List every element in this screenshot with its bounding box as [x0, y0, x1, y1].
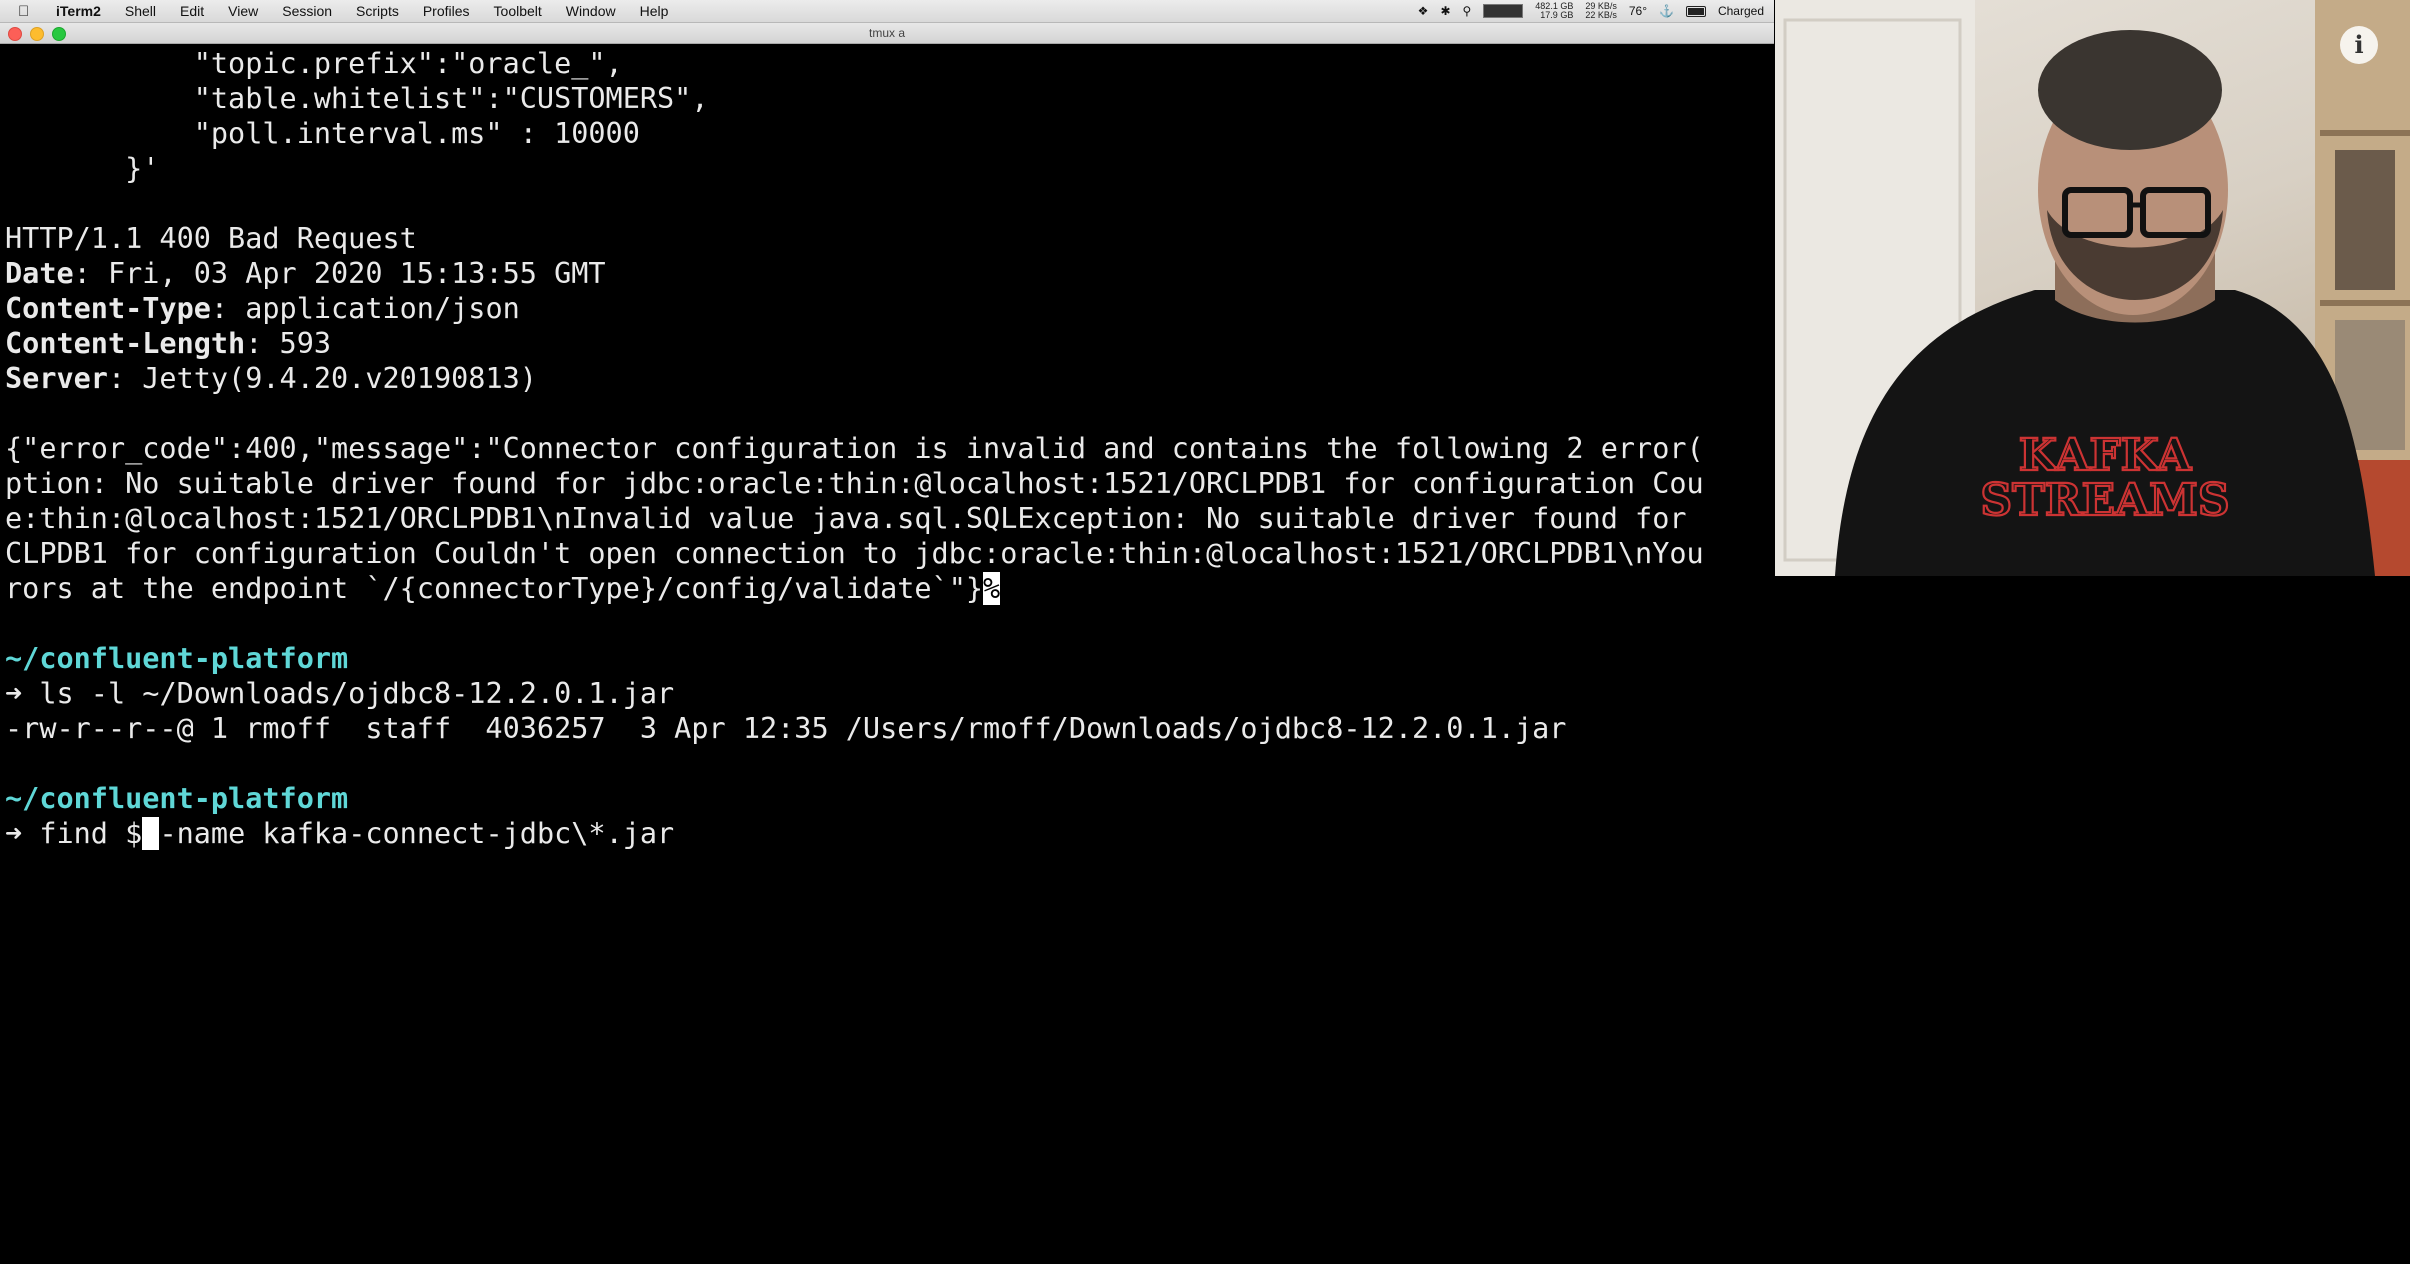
menu-help[interactable]: Help [640, 3, 669, 19]
menu-profiles[interactable]: Profiles [423, 3, 470, 19]
error-line: {"error_code":400,"message":"Connector c… [5, 432, 1704, 465]
macos-menu-bar:  iTerm2 Shell Edit View Session Scripts… [0, 0, 1774, 23]
window-controls [8, 27, 66, 41]
header-value: : Fri, 03 Apr 2020 15:13:55 GMT [73, 257, 606, 290]
shelf-plank [2320, 300, 2410, 306]
window-title: tmux a [868, 26, 905, 40]
http-header: Server: Jetty(9.4.20.v20190813) [5, 361, 537, 396]
temperature-readout[interactable]: 76° [1629, 4, 1647, 18]
json-line: "topic.prefix":"oracle_", [5, 47, 623, 80]
battery-icon [1685, 5, 1706, 17]
bluetooth-icon[interactable]: ✱ [1440, 4, 1450, 18]
command-line: ➜ ls -l ~/Downloads/ojdbc8-12.2.0.1.jar [5, 676, 674, 711]
webcam-scene: KAFKA STREAMS [1775, 0, 2410, 576]
prompt-directory: ~/confluent-platform [5, 782, 349, 815]
header-key: Date [5, 257, 74, 290]
minimize-window-button[interactable] [30, 27, 44, 41]
json-line: "table.whitelist":"CUSTOMERS", [5, 82, 709, 115]
header-key: Content-Type [5, 292, 211, 325]
memory-stats[interactable]: 482.1 GB 17.9 GB [1535, 2, 1573, 20]
command-input-line[interactable]: ➜ find $ -name kafka-connect-jdbc\*.jar [5, 816, 674, 851]
spotlight-search-icon[interactable]: ⚲ [1463, 4, 1472, 18]
http-header: Content-Length: 593 [5, 326, 331, 361]
header-value: : Jetty(9.4.20.v20190813) [107, 362, 537, 395]
menu-view[interactable]: View [228, 3, 258, 19]
error-line: rors at the endpoint `/{connectorType}/c… [5, 571, 1001, 606]
terminal-title-bar: tmux a [0, 23, 1774, 44]
shelf-plank [2320, 130, 2410, 136]
header-key: Content-Length [5, 327, 246, 360]
hair [2038, 30, 2222, 150]
shelf-items [2335, 150, 2395, 290]
memory-stat-bottom: 17.9 GB [1540, 10, 1574, 20]
cpu-graph-icon[interactable] [1483, 4, 1524, 18]
menu-bar-status-area: ❖ ✱ ⚲ 482.1 GB 17.9 GB 29 KB/s 22 KB/s 7… [1418, 2, 1774, 20]
apple-menu-icon[interactable]:  [18, 3, 34, 20]
error-line: e:thin:@localhost:1521/ORCLPDB1\nInvalid… [5, 502, 1687, 535]
prompt-arrow-icon: ➜ [5, 817, 23, 850]
menu-session[interactable]: Session [282, 3, 332, 19]
json-line: "poll.interval.ms" : 10000 [5, 117, 640, 150]
text-cursor [142, 817, 160, 850]
error-line: ption: No suitable driver found for jdbc… [5, 467, 1704, 500]
http-header: Content-Type: application/json [5, 291, 520, 326]
menu-scripts[interactable]: Scripts [356, 3, 399, 19]
network-stats[interactable]: 29 KB/s 22 KB/s [1585, 2, 1617, 20]
header-value: : 593 [245, 327, 332, 360]
menu-shell[interactable]: Shell [125, 3, 156, 19]
prompt-directory: ~/confluent-platform [5, 642, 349, 675]
zoom-window-button[interactable] [52, 27, 66, 41]
battery-status[interactable]: Charged [1718, 4, 1764, 18]
command-output: -rw-r--r--@ 1 rmoff staff 4036257 3 Apr … [5, 712, 1567, 745]
menu-window[interactable]: Window [566, 3, 616, 19]
prompt-arrow-icon: ➜ [5, 677, 23, 710]
http-status-line: HTTP/1.1 400 Bad Request [5, 222, 417, 255]
command-text-before-cursor: find $ [22, 817, 143, 850]
webcam-overlay: KAFKA STREAMS i [1775, 0, 2410, 576]
menu-app-name[interactable]: iTerm2 [56, 3, 101, 19]
menu-toolbelt[interactable]: Toolbelt [494, 3, 542, 19]
network-stat-down: 22 KB/s [1585, 10, 1617, 20]
command-text-after-cursor: -name kafka-connect-jdbc\*.jar [159, 817, 675, 850]
error-line-text: rors at the endpoint `/{connectorType}/c… [5, 572, 984, 605]
dropbox-icon[interactable]: ❖ [1418, 4, 1429, 18]
shirt-text-line2: STREAMS [1980, 475, 2229, 526]
command-text: ls -l ~/Downloads/ojdbc8-12.2.0.1.jar [22, 677, 675, 710]
info-icon[interactable]: i [2340, 26, 2378, 64]
terminal-output[interactable]: "topic.prefix":"oracle_", "table.whiteli… [0, 44, 1774, 1264]
no-newline-marker: % [983, 572, 1001, 605]
header-value: : application/json [210, 292, 520, 325]
menu-edit[interactable]: Edit [180, 3, 204, 19]
error-line: CLPDB1 for configuration Couldn't open c… [5, 537, 1704, 570]
docker-icon[interactable]: ⚓ [1659, 4, 1674, 18]
shirt-text-line1: KAFKA [2019, 430, 2192, 481]
close-window-button[interactable] [8, 27, 22, 41]
http-header: Date: Fri, 03 Apr 2020 15:13:55 GMT [5, 256, 606, 291]
header-key: Server [5, 362, 108, 395]
json-line: }' [5, 152, 160, 185]
